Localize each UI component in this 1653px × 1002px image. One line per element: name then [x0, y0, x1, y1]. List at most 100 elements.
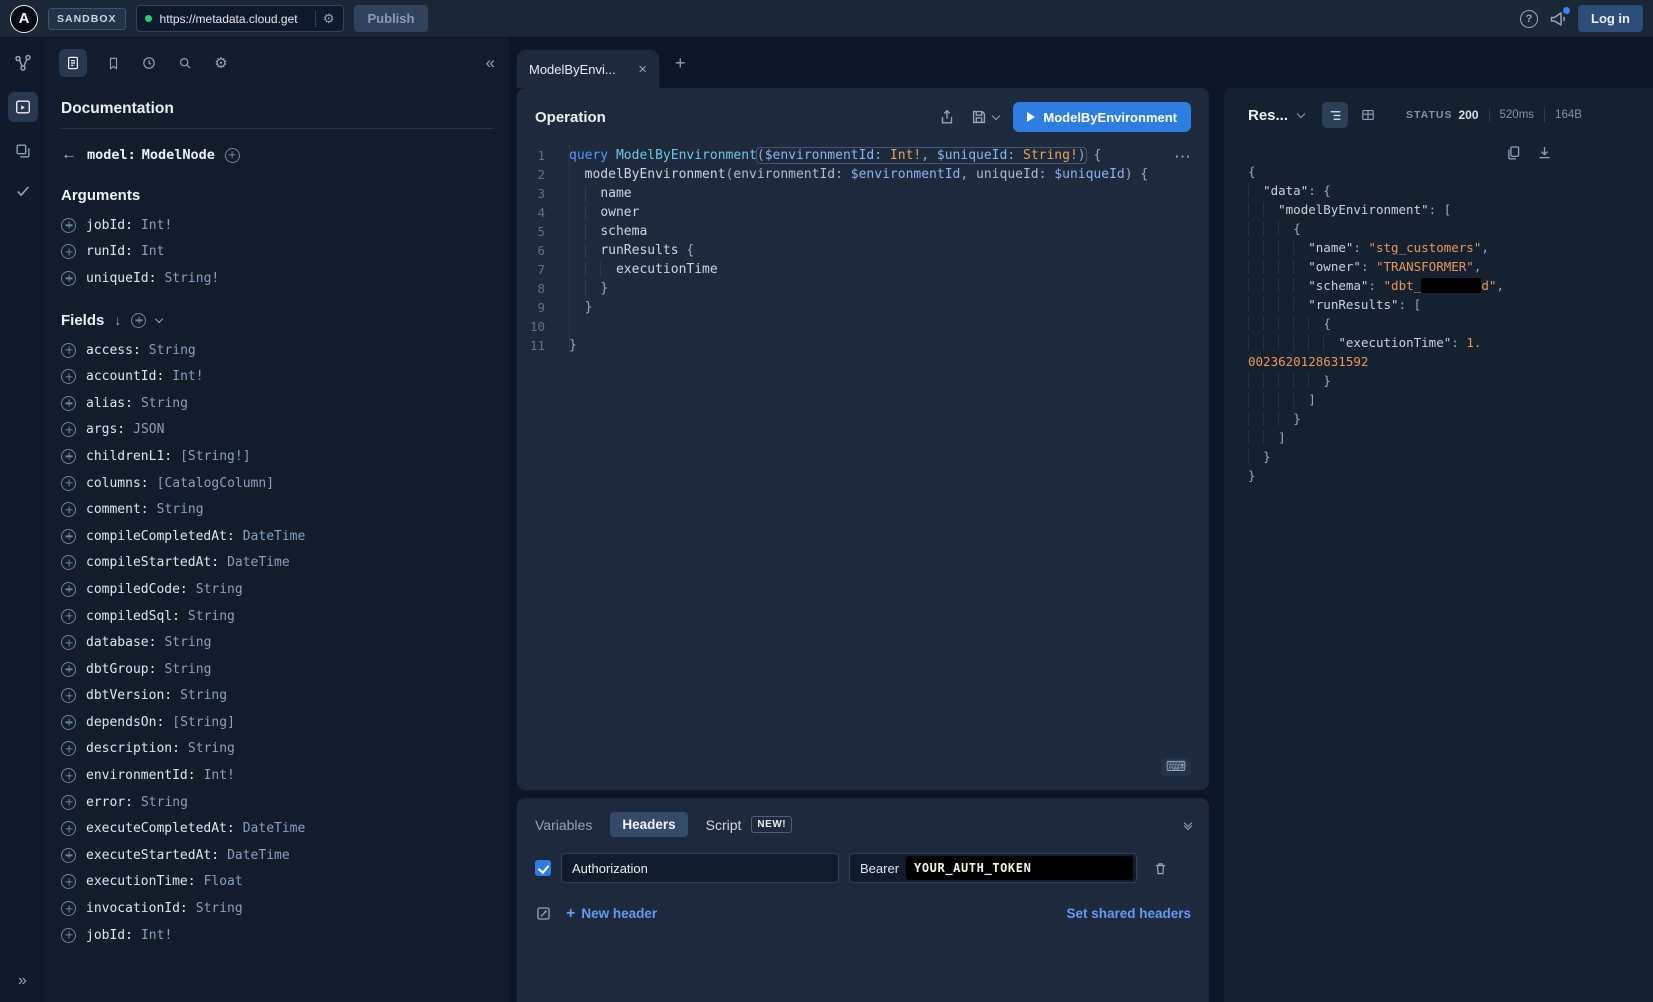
sort-fields-icon[interactable]: ↓	[114, 312, 121, 328]
explorer-icon[interactable]	[8, 92, 38, 122]
add-field-icon[interactable]	[61, 874, 76, 889]
field-type[interactable]: Float	[204, 874, 243, 889]
response-dropdown-icon[interactable]	[1297, 109, 1305, 117]
add-field-icon[interactable]	[61, 244, 76, 259]
table-view-icon[interactable]	[1358, 105, 1378, 125]
delete-header-icon[interactable]	[1152, 860, 1169, 877]
add-field-icon[interactable]	[61, 821, 76, 836]
operation-collections-icon[interactable]	[12, 140, 34, 162]
add-field-icon[interactable]	[61, 396, 76, 411]
add-fields-icon[interactable]	[131, 313, 146, 328]
add-field-icon[interactable]	[61, 343, 76, 358]
response-title[interactable]: Res...	[1248, 107, 1288, 124]
field-type[interactable]: String	[196, 901, 243, 916]
add-field-icon[interactable]	[61, 662, 76, 677]
add-field-icon[interactable]	[61, 715, 76, 730]
header-value-input[interactable]: Bearer YOUR_AUTH_TOKEN	[849, 853, 1137, 883]
apollo-logo[interactable]: A	[10, 5, 38, 33]
operation-tab[interactable]: ModelByEnvi... ×	[517, 50, 659, 88]
operation-more-menu-icon[interactable]: ⋯	[1174, 152, 1191, 162]
set-shared-headers-button[interactable]: Set shared headers	[1066, 906, 1191, 921]
add-field-icon[interactable]	[61, 502, 76, 517]
add-field-icon[interactable]	[61, 928, 76, 943]
breadcrumb-type-link[interactable]: ModelNode	[142, 147, 215, 163]
tab-variables[interactable]: Variables	[535, 817, 592, 833]
share-icon[interactable]	[938, 108, 956, 126]
save-operation-button[interactable]	[970, 108, 999, 126]
add-field-icon[interactable]	[61, 449, 76, 464]
announcements-icon[interactable]	[1548, 9, 1568, 29]
back-arrow-icon[interactable]: ←	[61, 146, 77, 164]
field-type[interactable]: String	[188, 741, 235, 756]
stamp-icon[interactable]	[535, 905, 552, 922]
field-type[interactable]: String	[141, 795, 188, 810]
add-field-icon[interactable]	[61, 795, 76, 810]
add-field-icon[interactable]	[61, 476, 76, 491]
add-field-icon[interactable]	[61, 529, 76, 544]
field-type[interactable]: String	[188, 609, 235, 624]
endpoint-url[interactable]: https://metadata.cloud.get	[160, 12, 307, 26]
field-type[interactable]: Int!	[141, 928, 172, 943]
keyboard-shortcuts-icon[interactable]: ⌨	[1161, 758, 1191, 776]
checks-icon[interactable]	[12, 180, 34, 202]
field-type[interactable]: Int!	[204, 768, 235, 783]
field-type[interactable]: String	[196, 582, 243, 597]
field-type[interactable]: String	[164, 635, 211, 650]
add-field-icon[interactable]	[61, 848, 76, 863]
help-icon[interactable]: ?	[1520, 10, 1538, 28]
schema-graph-icon[interactable]	[12, 52, 34, 74]
field-type[interactable]: String	[180, 688, 227, 703]
endpoint-settings-gear-icon[interactable]: ⚙	[315, 11, 335, 27]
save-dropdown-icon[interactable]	[992, 111, 1000, 119]
new-tab-button[interactable]: +	[675, 53, 686, 74]
publish-button[interactable]: Publish	[354, 5, 429, 32]
field-type[interactable]: [CatalogColumn]	[157, 476, 274, 491]
add-field-icon[interactable]	[61, 768, 76, 783]
settings-gear-icon[interactable]: ⚙	[211, 53, 231, 73]
download-response-icon[interactable]	[1536, 144, 1553, 161]
field-type[interactable]: Int!	[172, 369, 203, 384]
field-type[interactable]: DateTime	[243, 529, 306, 544]
tab-script[interactable]: Script	[706, 817, 742, 833]
history-clock-icon[interactable]	[139, 53, 159, 73]
field-type[interactable]: [String]	[172, 715, 235, 730]
field-type[interactable]: DateTime	[227, 555, 290, 570]
field-type[interactable]: [String!]	[180, 449, 250, 464]
field-type[interactable]: Int	[141, 244, 164, 259]
collapse-docs-button[interactable]: «	[486, 53, 495, 73]
add-field-icon[interactable]	[61, 635, 76, 650]
field-type[interactable]: String	[141, 396, 188, 411]
add-field-icon[interactable]	[61, 555, 76, 570]
add-fields-dropdown-icon[interactable]	[155, 315, 163, 323]
add-field-icon[interactable]	[61, 582, 76, 597]
add-field-icon[interactable]	[61, 218, 76, 233]
add-field-icon[interactable]	[61, 271, 76, 286]
add-field-icon[interactable]	[61, 741, 76, 756]
add-field-icon[interactable]	[61, 369, 76, 384]
search-icon[interactable]	[175, 53, 195, 73]
field-type[interactable]: String!	[164, 271, 219, 286]
expand-rail-button[interactable]: »	[18, 972, 27, 1002]
saved-operations-bookmark-icon[interactable]	[103, 53, 123, 73]
documentation-tab-icon[interactable]	[59, 49, 87, 77]
field-type[interactable]: Int!	[141, 218, 172, 233]
login-button[interactable]: Log in	[1578, 5, 1643, 32]
header-key-input[interactable]	[561, 853, 839, 883]
copy-response-icon[interactable]	[1505, 144, 1522, 161]
add-field-icon[interactable]	[61, 609, 76, 624]
field-type[interactable]: DateTime	[227, 848, 290, 863]
graphql-editor[interactable]: 1query ModelByEnvironment($environmentId…	[517, 142, 1209, 355]
field-type[interactable]: String	[164, 662, 211, 677]
add-all-fields-icon[interactable]	[225, 148, 240, 163]
field-type[interactable]: String	[157, 502, 204, 517]
close-tab-icon[interactable]: ×	[638, 61, 647, 78]
tab-headers[interactable]: Headers	[610, 812, 687, 837]
new-header-button[interactable]: + New header	[566, 906, 657, 921]
add-field-icon[interactable]	[61, 422, 76, 437]
run-operation-button[interactable]: ModelByEnvironment	[1013, 102, 1191, 132]
tree-view-icon[interactable]	[1322, 102, 1348, 128]
add-field-icon[interactable]	[61, 901, 76, 916]
endpoint-url-box[interactable]: https://metadata.cloud.get ⚙	[136, 5, 344, 32]
field-type[interactable]: JSON	[133, 422, 164, 437]
field-type[interactable]: DateTime	[243, 821, 306, 836]
